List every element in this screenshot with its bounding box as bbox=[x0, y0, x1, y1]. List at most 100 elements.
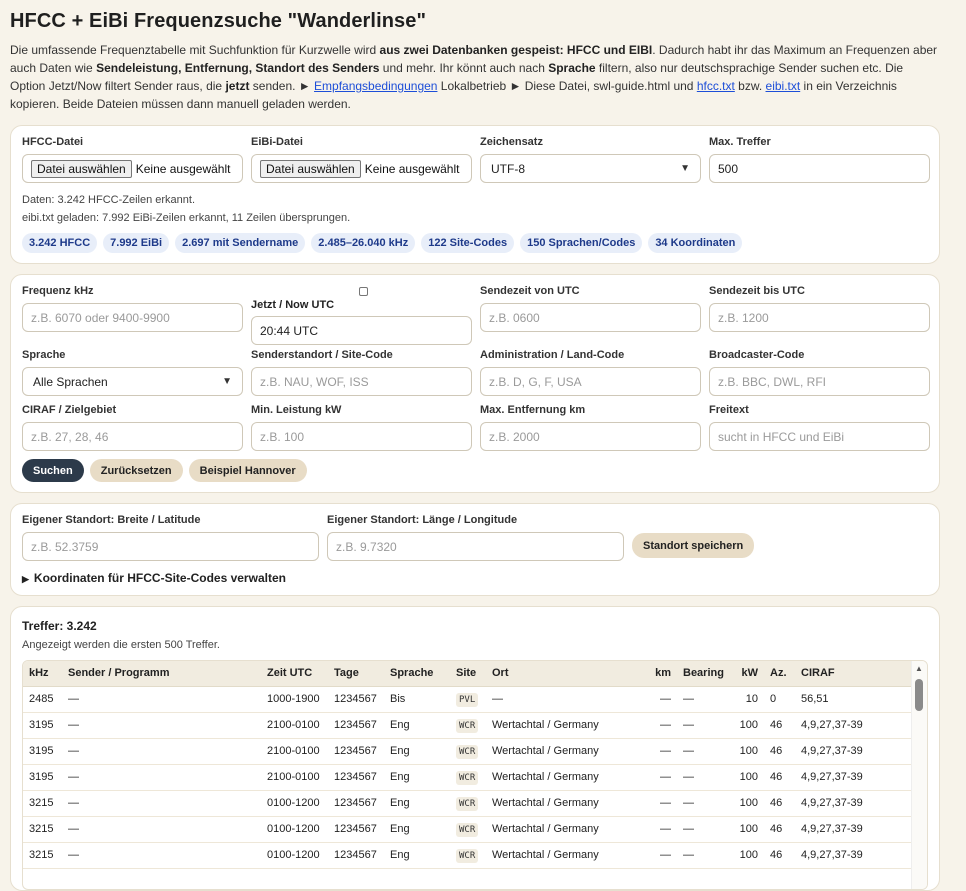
table-cell: 100 bbox=[731, 842, 764, 869]
hfcc-choose-file-button[interactable]: Datei auswählen bbox=[31, 159, 132, 178]
table-row[interactable]: 2485—1000-1900 1234567 Bis PVL — — —10 0 56,51 bbox=[23, 686, 913, 713]
distance-group: Max. Entfernung km z.B. 2000 bbox=[480, 404, 701, 451]
charset-select[interactable]: UTF-8 ▼ bbox=[480, 154, 701, 183]
hfcc-file-group: HFCC-Datei Datei auswählen Keine ausgewä… bbox=[22, 136, 243, 183]
time-to-input[interactable]: z.B. 1200 bbox=[709, 303, 930, 332]
table-cell: 3195 bbox=[23, 764, 62, 791]
hfcc-file-input[interactable]: Datei auswählen Keine ausgewählt bbox=[22, 154, 243, 183]
freq-input[interactable]: z.B. 6070 oder 9400-9900 bbox=[22, 303, 243, 332]
link-hfcc-txt[interactable]: hfcc.txt bbox=[697, 79, 735, 93]
col-header[interactable]: Tage bbox=[328, 661, 384, 687]
table-cell bbox=[731, 868, 764, 889]
freetext-input[interactable]: sucht in HFCC und EiBi bbox=[709, 422, 930, 451]
lon-group: Eigener Standort: Länge / Longitude z.B.… bbox=[327, 514, 624, 561]
filter-card: Frequenz kHz z.B. 6070 oder 9400-9900 Je… bbox=[10, 274, 940, 493]
table-cell: Wertachtal / Germany bbox=[486, 738, 646, 765]
col-header[interactable]: km bbox=[646, 661, 677, 687]
broadcaster-input[interactable]: z.B. BBC, DWL, RFI bbox=[709, 367, 930, 396]
table-cell: Eng bbox=[384, 738, 450, 765]
table-cell: 2100-0100 bbox=[261, 764, 328, 791]
table-row[interactable]: 3215—0100-1200 1234567 Eng WCR Wertachtal / … bbox=[23, 790, 913, 817]
col-header[interactable]: Az. bbox=[764, 661, 795, 687]
col-header[interactable]: kW bbox=[731, 661, 764, 687]
table-row[interactable]: 3195—2100-0100 1234567 Eng WCR Wertachtal / … bbox=[23, 712, 913, 739]
table-cell bbox=[486, 868, 646, 889]
table-cell bbox=[764, 868, 795, 889]
col-header[interactable]: CIRAF bbox=[795, 661, 913, 687]
now-group: Jetzt / Now UTC 20:44 UTC bbox=[251, 285, 472, 345]
col-header[interactable]: Sprache bbox=[384, 661, 450, 687]
table-cell: 100 bbox=[731, 790, 764, 817]
table-cell: — bbox=[62, 686, 261, 713]
coords-summary[interactable]: ▶ Koordinaten für HFCC-Site-Codes verwalt… bbox=[22, 571, 928, 585]
distance-label: Max. Entfernung km bbox=[480, 404, 586, 416]
col-header[interactable]: Site bbox=[450, 661, 486, 687]
table-row[interactable] bbox=[23, 868, 913, 889]
latitude-input[interactable]: z.B. 52.3759 bbox=[22, 532, 319, 561]
admin-input[interactable]: z.B. D, G, F, USA bbox=[480, 367, 701, 396]
table-row[interactable]: 3215—0100-1200 1234567 Eng WCR Wertachtal / … bbox=[23, 842, 913, 869]
eibi-choose-file-button[interactable]: Datei auswählen bbox=[260, 159, 361, 178]
table-cell: — bbox=[646, 842, 677, 869]
search-button[interactable]: Suchen bbox=[22, 459, 84, 482]
table-cell: Bis bbox=[384, 686, 450, 713]
location-card: Eigener Standort: Breite / Latitude z.B.… bbox=[10, 503, 940, 596]
table-row[interactable]: 3215—0100-1200 1234567 Eng WCR Wertachtal / … bbox=[23, 816, 913, 843]
chevron-down-icon: ▼ bbox=[222, 376, 232, 387]
stats-chips: 3.242 HFCC 7.992 EiBi 2.697 mit Senderna… bbox=[22, 233, 928, 253]
col-header[interactable]: kHz bbox=[23, 661, 62, 687]
eibi-file-name: Keine ausgewählt bbox=[364, 161, 460, 176]
link-empfangsbedingungen[interactable]: Empfangsbedingungen bbox=[314, 79, 437, 93]
col-header[interactable]: Sender / Programm bbox=[62, 661, 261, 687]
col-header[interactable]: Ort bbox=[486, 661, 646, 687]
disclosure-triangle-icon: ▶ bbox=[22, 574, 29, 584]
table-row[interactable]: 3195—2100-0100 1234567 Eng WCR Wertachtal / … bbox=[23, 764, 913, 791]
reset-button[interactable]: Zurücksetzen bbox=[89, 459, 183, 482]
table-cell: — bbox=[646, 712, 677, 739]
table-cell: 3215 bbox=[23, 842, 62, 869]
save-location-button[interactable]: Standort speichern bbox=[632, 533, 755, 558]
example-hannover-button[interactable]: Beispiel Hannover bbox=[188, 459, 307, 482]
scroll-up-arrow-icon[interactable]: ▲ bbox=[915, 664, 923, 673]
table-cell: 4,9,27,37-39 bbox=[795, 790, 913, 817]
site-input[interactable]: z.B. NAU, WOF, ISS bbox=[251, 367, 472, 396]
power-input[interactable]: z.B. 100 bbox=[251, 422, 472, 451]
stat-chip: 2.697 mit Sendername bbox=[175, 233, 306, 253]
eibi-file-input[interactable]: Datei auswählen Keine ausgewählt bbox=[251, 154, 472, 183]
table-cell: Wertachtal / Germany bbox=[486, 764, 646, 791]
charset-label: Zeichensatz bbox=[480, 136, 543, 148]
table-cell: Wertachtal / Germany bbox=[486, 712, 646, 739]
table-cell: — bbox=[677, 686, 731, 713]
scrollbar-thumb[interactable] bbox=[915, 679, 923, 711]
now-checkbox[interactable] bbox=[359, 287, 368, 296]
table-cell: 46 bbox=[764, 790, 795, 817]
max-hits-label: Max. Treffer bbox=[709, 136, 771, 148]
now-utc-input[interactable]: 20:44 UTC bbox=[251, 316, 472, 345]
table-cell: — bbox=[646, 686, 677, 713]
table-cell: PVL bbox=[450, 686, 486, 713]
max-hits-input[interactable]: 500 bbox=[709, 154, 930, 183]
col-header[interactable]: Zeit UTC bbox=[261, 661, 328, 687]
time-from-input[interactable]: z.B. 0600 bbox=[480, 303, 701, 332]
table-cell: 100 bbox=[731, 738, 764, 765]
ciraf-label: CIRAF / Zielgebiet bbox=[22, 404, 117, 416]
longitude-input[interactable]: z.B. 9.7320 bbox=[327, 532, 624, 561]
lang-group: Sprache Alle Sprachen ▼ bbox=[22, 349, 243, 396]
table-cell: 2100-0100 bbox=[261, 738, 328, 765]
table-scrollbar[interactable]: ▲ bbox=[911, 661, 927, 889]
distance-input[interactable]: z.B. 2000 bbox=[480, 422, 701, 451]
ciraf-input[interactable]: z.B. 27, 28, 46 bbox=[22, 422, 243, 451]
table-row[interactable]: 3195—2100-0100 1234567 Eng WCR Wertachtal / … bbox=[23, 738, 913, 765]
time-to-label: Sendezeit bis UTC bbox=[709, 285, 805, 297]
link-eibi-txt[interactable]: eibi.txt bbox=[766, 79, 801, 93]
status-line-eibi: eibi.txt geladen: 7.992 EiBi-Zeilen erka… bbox=[22, 212, 351, 224]
language-select[interactable]: Alle Sprachen ▼ bbox=[22, 367, 243, 396]
site-label: Senderstandort / Site-Code bbox=[251, 349, 393, 361]
table-cell bbox=[62, 868, 261, 889]
table-cell: 0100-1200 bbox=[261, 816, 328, 843]
col-header[interactable]: Bearing bbox=[677, 661, 731, 687]
stat-chip: 122 Site-Codes bbox=[421, 233, 515, 253]
table-cell: 4,9,27,37-39 bbox=[795, 712, 913, 739]
results-table-wrap[interactable]: kHz Sender / Programm Zeit UTC Tage Spra… bbox=[22, 660, 928, 890]
chevron-down-icon: ▼ bbox=[680, 163, 690, 174]
